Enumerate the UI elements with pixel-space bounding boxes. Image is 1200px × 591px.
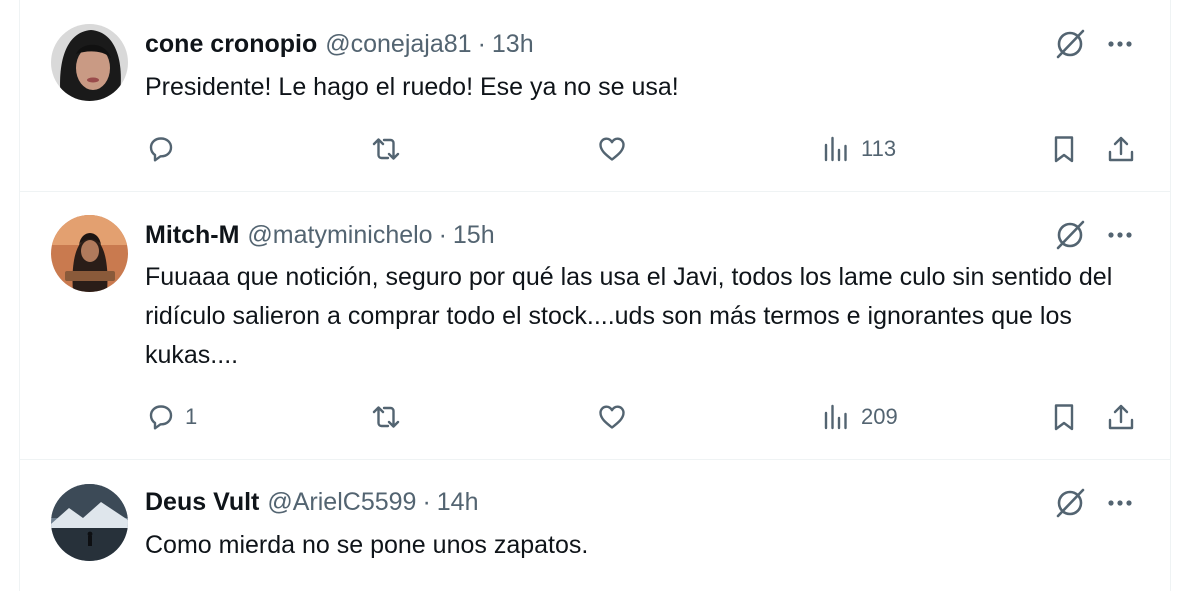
display-name[interactable]: Mitch-M <box>145 220 239 250</box>
bookmark-button[interactable] <box>1048 399 1080 435</box>
views-count: 209 <box>861 404 898 429</box>
bookmark-icon <box>1048 133 1080 165</box>
timestamp[interactable]: 13h <box>492 29 534 59</box>
tweet-header: cone cronopio @conejaja81 · 13h <box>145 29 534 59</box>
avatar[interactable] <box>51 215 128 292</box>
views-icon <box>821 133 853 165</box>
separator-dot: · <box>422 488 431 516</box>
like-icon <box>596 133 628 165</box>
reply-icon <box>145 401 177 433</box>
grok-icon[interactable] <box>1052 485 1088 521</box>
tweet[interactable]: Deus Vult @ArielC5599 · 14h Como mierda … <box>20 460 1170 591</box>
reply-button[interactable] <box>145 131 185 167</box>
like-icon <box>596 401 628 433</box>
retweet-icon <box>370 401 402 433</box>
retweet-button[interactable] <box>370 399 410 435</box>
share-icon <box>1105 401 1137 433</box>
more-icon[interactable] <box>1102 217 1138 253</box>
avatar[interactable] <box>51 484 128 561</box>
reply-button[interactable]: 1 <box>145 399 197 435</box>
tweet-text: Fuuaaa que notición, seguro por qué las … <box>145 263 1113 369</box>
grok-icon[interactable] <box>1052 26 1088 62</box>
views-button[interactable]: 113 <box>821 131 896 167</box>
reply-count: 1 <box>185 404 198 429</box>
separator-dot: · <box>477 30 486 58</box>
user-handle[interactable]: @conejaja81 <box>325 29 471 59</box>
reply-icon <box>145 133 177 165</box>
tweet-header: Mitch-M @matyminichelo · 15h <box>145 220 495 250</box>
more-icon[interactable] <box>1102 26 1138 62</box>
display-name[interactable]: Deus Vult <box>145 487 259 517</box>
share-icon <box>1105 133 1137 165</box>
like-button[interactable] <box>596 131 636 167</box>
views-icon <box>821 401 853 433</box>
timestamp[interactable]: 14h <box>437 487 479 517</box>
share-button[interactable] <box>1105 131 1137 167</box>
views-button[interactable]: 209 <box>821 399 898 435</box>
tweet-header: Deus Vult @ArielC5599 · 14h <box>145 487 478 517</box>
retweet-icon <box>370 133 402 165</box>
timestamp[interactable]: 15h <box>453 220 495 250</box>
tweet[interactable]: cone cronopio @conejaja81 · 13h Presiden… <box>20 0 1170 192</box>
separator-dot: · <box>438 221 447 249</box>
views-count: 113 <box>861 136 897 161</box>
timeline: cone cronopio @conejaja81 · 13h Presiden… <box>19 0 1171 591</box>
avatar[interactable] <box>51 24 128 101</box>
bookmark-button[interactable] <box>1048 131 1080 167</box>
tweet-text: Como mierda no se pone unos zapatos. <box>145 531 589 559</box>
grok-icon[interactable] <box>1052 217 1088 253</box>
user-handle[interactable]: @matyminichelo <box>247 220 432 250</box>
share-button[interactable] <box>1105 399 1137 435</box>
bookmark-icon <box>1048 401 1080 433</box>
retweet-button[interactable] <box>370 131 410 167</box>
user-handle[interactable]: @ArielC5599 <box>267 487 416 517</box>
more-icon[interactable] <box>1102 485 1138 521</box>
like-button[interactable] <box>596 399 636 435</box>
tweet-text: Presidente! Le hago el ruedo! Ese ya no … <box>145 73 679 101</box>
display-name[interactable]: cone cronopio <box>145 29 317 59</box>
tweet[interactable]: Mitch-M @matyminichelo · 15h Fuuaaa que … <box>20 192 1170 460</box>
